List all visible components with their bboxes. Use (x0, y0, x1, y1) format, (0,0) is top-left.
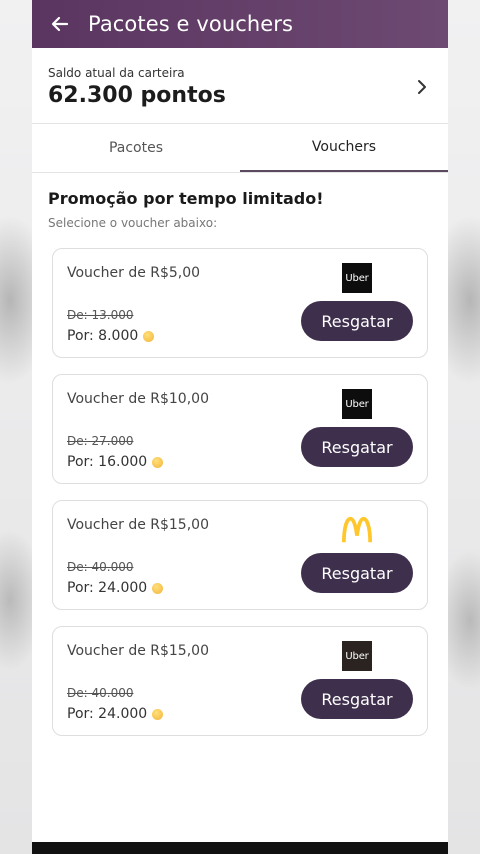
tab-vouchers[interactable]: Vouchers (240, 124, 448, 172)
voucher-new-price-text: Por: 16.000 (67, 454, 148, 470)
voucher-new-price: Por: 8.000 (67, 328, 155, 344)
page-title: Pacotes e vouchers (88, 12, 294, 36)
uber-logo: Uber (342, 641, 372, 671)
voucher-title: Voucher de R$10,00 (67, 391, 209, 407)
coin-icon (152, 456, 164, 468)
wallet-points: 62.300 pontos (48, 83, 226, 108)
voucher-new-price: Por: 24.000 (67, 580, 164, 596)
coin-icon (143, 330, 155, 342)
coin-icon (152, 708, 164, 720)
voucher-old-price: De: 40.000 (67, 560, 134, 574)
voucher-new-price: Por: 24.000 (67, 706, 164, 722)
tabs: Pacotes Vouchers (32, 124, 448, 173)
voucher-new-price-text: Por: 24.000 (67, 580, 148, 596)
app-screen: Pacotes e vouchers Saldo atual da cartei… (32, 0, 448, 854)
uber-logo: Uber (342, 389, 372, 419)
chevron-right-icon[interactable] (416, 79, 428, 99)
voucher-old-price: De: 13.000 (67, 308, 134, 322)
coin-icon (152, 582, 164, 594)
voucher-old-price: De: 40.000 (67, 686, 134, 700)
uber-logo: Uber (342, 263, 372, 293)
promo-title: Promoção por tempo limitado! (48, 189, 324, 208)
voucher-title: Voucher de R$15,00 (67, 643, 209, 659)
promo-subtitle: Selecione o voucher abaixo: (48, 216, 218, 230)
redeem-button[interactable]: Resgatar (301, 679, 413, 719)
voucher-list: Voucher de R$5,00 De: 13.000 Por: 8.000 … (32, 248, 448, 736)
redeem-button[interactable]: Resgatar (301, 427, 413, 467)
voucher-title: Voucher de R$5,00 (67, 265, 201, 281)
redeem-button[interactable]: Resgatar (301, 301, 413, 341)
arrow-left-icon[interactable] (32, 0, 88, 48)
app-bar: Pacotes e vouchers (32, 0, 448, 48)
wallet-balance-row[interactable]: Saldo atual da carteira 62.300 pontos (32, 48, 448, 124)
tab-pacotes[interactable]: Pacotes (32, 124, 240, 172)
redeem-button[interactable]: Resgatar (301, 553, 413, 593)
voucher-card: Voucher de R$15,00 De: 40.000 Por: 24.00… (52, 500, 428, 610)
voucher-card: Voucher de R$10,00 De: 27.000 Por: 16.00… (52, 374, 428, 484)
wallet-label: Saldo atual da carteira (48, 66, 185, 80)
voucher-new-price-text: Por: 8.000 (67, 328, 139, 344)
voucher-old-price: De: 27.000 (67, 434, 134, 448)
mcdonalds-logo (342, 515, 372, 545)
voucher-card: Voucher de R$5,00 De: 13.000 Por: 8.000 … (52, 248, 428, 358)
bottom-bar (32, 842, 448, 854)
voucher-new-price-text: Por: 24.000 (67, 706, 148, 722)
voucher-new-price: Por: 16.000 (67, 454, 164, 470)
voucher-title: Voucher de R$15,00 (67, 517, 209, 533)
voucher-card: Voucher de R$15,00 De: 40.000 Por: 24.00… (52, 626, 428, 736)
